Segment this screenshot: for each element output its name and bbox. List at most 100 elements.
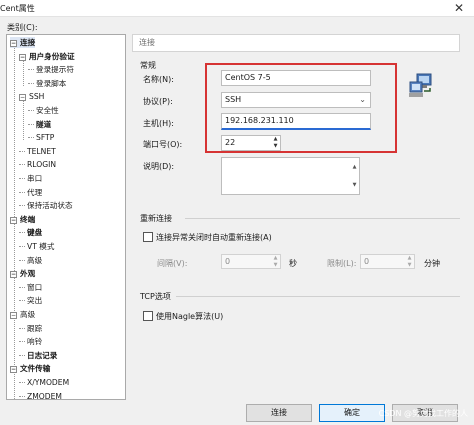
tree-item[interactable]: X/YMODEM	[19, 377, 69, 388]
tree-item[interactable]: − 用户身份验证	[19, 51, 75, 62]
tree-connector	[19, 246, 25, 247]
tree-item[interactable]: VT 模式	[19, 241, 54, 252]
close-icon[interactable]: ✕	[448, 0, 470, 16]
tree-item[interactable]: 突出	[19, 295, 42, 306]
tree-connector	[28, 123, 34, 125]
interval-stepper[interactable]: 0 ▲ ▼	[221, 254, 281, 269]
general-section-label: 常规	[140, 61, 156, 70]
tree-item-label: 终端	[20, 214, 36, 224]
interval-label: 间隔(V):	[157, 259, 188, 268]
window-title: Cent属性	[0, 4, 35, 13]
tree-item[interactable]: − 终端	[10, 214, 35, 225]
tree-connector	[19, 327, 25, 329]
tree-item-label: 高级	[20, 310, 36, 319]
description-label: 说明(D):	[143, 162, 175, 171]
tree-item-label: 跟踪	[27, 323, 43, 333]
tree-item[interactable]: 保持活动状态	[19, 200, 73, 211]
interval-spin[interactable]: ▲ ▼	[271, 255, 280, 268]
collapse-icon[interactable]: −	[10, 271, 17, 279]
tree-item-label: X/YMODEM	[27, 378, 70, 387]
tree-item-label: 用户身份验证	[29, 51, 75, 61]
tree-item[interactable]: 隧道	[28, 119, 51, 130]
tree-item[interactable]: 登录提示符	[28, 64, 74, 75]
tree-connector	[28, 82, 34, 84]
tree-item-label: TELNET	[27, 146, 56, 156]
tree-connector	[19, 286, 25, 288]
limit-stepper[interactable]: 0 ▲ ▼	[360, 254, 415, 269]
tree-item[interactable]: − 高级	[10, 309, 35, 320]
watermark: CSDN @努力找工作的人	[378, 409, 468, 418]
tree-connector	[19, 300, 25, 302]
spin-up-icon[interactable]: ▲	[271, 255, 280, 262]
collapse-icon[interactable]: −	[10, 366, 17, 374]
tree-connector	[19, 395, 25, 397]
tree-item-label: VT 模式	[27, 242, 55, 251]
tree-item[interactable]: 窗口	[19, 282, 42, 293]
tree-item[interactable]: 高级	[19, 255, 42, 266]
description-field[interactable]: ▲ ▼	[221, 157, 360, 195]
tree-item[interactable]: ZMODEM	[19, 391, 62, 400]
collapse-icon[interactable]: −	[10, 216, 17, 224]
tree-item[interactable]: 安全性	[28, 105, 59, 116]
auto-reconnect-checkbox[interactable]	[143, 232, 153, 242]
limit-spin[interactable]: ▲ ▼	[405, 255, 414, 268]
tree-connector	[19, 341, 25, 343]
description-scrollbar[interactable]: ▲ ▼	[350, 158, 359, 194]
collapse-icon[interactable]: −	[10, 312, 17, 319]
tree-item-label: 高级	[27, 255, 43, 265]
category-tree[interactable]: − 连接 − 用户身份验证 登录提示符 登录脚本 − SSH 安全性 隧道 SFTP TELNET RL…	[6, 34, 126, 400]
reconnect-section-label: 重新连接	[140, 214, 172, 223]
category-label: 类别(C):	[7, 23, 38, 32]
tree-item-label: 登录提示符	[36, 65, 74, 75]
ok-button[interactable]: 确定	[319, 404, 385, 422]
tree-item[interactable]: 串口	[19, 173, 42, 184]
tree-item[interactable]: − 外观	[10, 268, 35, 279]
tree-connector	[19, 205, 25, 207]
tree-connector	[19, 382, 25, 383]
tree-item[interactable]: SFTP	[28, 132, 54, 143]
tree-item-label: ZMODEM	[27, 391, 62, 400]
collapse-icon[interactable]: −	[10, 40, 17, 47]
tree-connector	[19, 259, 25, 261]
scroll-up-icon[interactable]: ▲	[350, 158, 359, 176]
port-label: 端口号(O):	[143, 140, 183, 149]
limit-value: 0	[364, 257, 370, 266]
network-computers-icon	[408, 73, 434, 99]
tree-item-label: 文件传输	[20, 364, 51, 374]
tcp-divider	[176, 296, 460, 297]
tree-item[interactable]: RLOGIN	[19, 159, 56, 170]
tree-item-label: 安全性	[36, 106, 59, 115]
tree-item[interactable]: 登录脚本	[28, 78, 66, 89]
tree-connector	[28, 137, 34, 139]
tree-guide-line	[23, 58, 24, 86]
spin-down-icon[interactable]: ▼	[271, 262, 280, 269]
collapse-icon[interactable]: −	[19, 53, 26, 61]
tree-item[interactable]: − 文件传输	[10, 363, 50, 374]
spin-down-icon[interactable]: ▼	[405, 262, 414, 269]
connect-button[interactable]: 连接	[246, 404, 312, 422]
spin-up-icon[interactable]: ▲	[405, 255, 414, 262]
interval-unit: 秒	[289, 259, 297, 268]
tree-item[interactable]: 键盘	[19, 227, 42, 238]
tree-item[interactable]: 响铃	[19, 336, 42, 347]
tree-item[interactable]: 日志记录	[19, 350, 57, 361]
tree-item[interactable]: − SSH	[19, 91, 44, 102]
tree-connector	[19, 150, 25, 152]
tree-item[interactable]: 代理	[19, 187, 42, 198]
nagle-checkbox[interactable]	[143, 311, 153, 321]
tcp-section-label: TCP选项	[140, 292, 171, 301]
scroll-down-icon[interactable]: ▼	[350, 176, 359, 194]
auto-reconnect-label: 连接异常关闭时自动重新连接(A)	[156, 233, 272, 242]
tree-item[interactable]: 跟踪	[19, 323, 42, 334]
tree-item-label: 突出	[27, 296, 43, 306]
tree-item-label: 串口	[27, 174, 43, 183]
limit-unit: 分钟	[424, 259, 440, 268]
tree-item-label: 连接	[20, 38, 36, 47]
limit-label: 限制(L):	[327, 259, 357, 268]
tree-item[interactable]: TELNET	[19, 146, 56, 157]
collapse-icon[interactable]: −	[19, 94, 26, 102]
tree-connector	[28, 110, 34, 111]
tree-item[interactable]: − 连接	[10, 37, 36, 48]
tree-connector	[19, 178, 25, 179]
page-header: 连接	[132, 34, 460, 52]
